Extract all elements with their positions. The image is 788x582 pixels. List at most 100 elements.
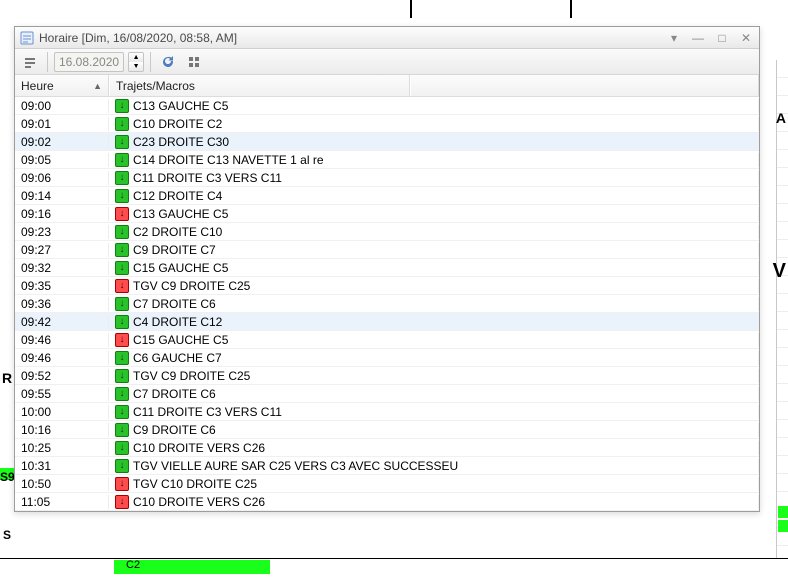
cell-time: 09:16	[15, 207, 109, 221]
route-label: C4 DROITE C12	[133, 315, 222, 329]
date-field[interactable]: 16.08.2020	[54, 52, 124, 72]
cell-route: ↓C15 GAUCHE C5	[109, 261, 759, 275]
route-go-icon: ↓	[115, 315, 129, 329]
table-row[interactable]: 09:46↓C6 GAUCHE C7	[15, 349, 759, 367]
route-label: C2 DROITE C10	[133, 225, 222, 239]
cell-time: 09:36	[15, 297, 109, 311]
route-stop-icon: ↓	[115, 207, 129, 221]
cell-route: ↓C10 DROITE VERS C26	[109, 441, 759, 455]
cell-time: 09:01	[15, 117, 109, 131]
table-row[interactable]: 09:36 ↓ C7 DROITE C6	[15, 295, 759, 313]
toolbar-separator	[47, 52, 48, 72]
cell-time: 09:00	[15, 99, 109, 113]
route-label: C10 DROITE C2	[133, 117, 222, 131]
cell-route: ↓ C13 GAUCHE C5	[109, 99, 759, 113]
table-row[interactable]: 09:16 ↓ C13 GAUCHE C5	[15, 205, 759, 223]
table-row[interactable]: 10:25↓C10 DROITE VERS C26	[15, 439, 759, 457]
table-row[interactable]: 09:23 ↓ C2 DROITE C10	[15, 223, 759, 241]
table-row[interactable]: 09:02 ↓ C23 DROITE C30	[15, 133, 759, 151]
cell-route: ↓ C10 DROITE C2	[109, 117, 759, 131]
cell-time: 10:50	[15, 477, 109, 491]
column-headers: Heure ▲ Trajets/Macros	[15, 75, 759, 97]
table-row[interactable]: 09:00 ↓ C13 GAUCHE C5	[15, 97, 759, 115]
close-button[interactable]: ✕	[737, 31, 755, 45]
route-go-icon: ↓	[115, 189, 129, 203]
column-header-spacer	[411, 75, 759, 96]
route-go-icon: ↓	[115, 135, 129, 149]
route-label: C13 GAUCHE C5	[133, 207, 228, 221]
route-go-icon: ↓	[115, 297, 129, 311]
table-row[interactable]: 10:31↓TGV VIELLE AURE SAR C25 VERS C3 AV…	[15, 457, 759, 475]
table-row[interactable]: 09:46↓C15 GAUCHE C5	[15, 331, 759, 349]
table-row[interactable]: 10:16↓C9 DROITE C6	[15, 421, 759, 439]
table-row[interactable]: 09:14↓C12 DROITE C4	[15, 187, 759, 205]
cell-route: ↓C9 DROITE C7	[109, 243, 759, 257]
bg-clock-fragment	[410, 0, 572, 18]
date-step-down-icon[interactable]: ▼	[129, 62, 143, 71]
cell-time: 09:55	[15, 387, 109, 401]
cell-time: 10:16	[15, 423, 109, 437]
bg-letter-s9: S9	[0, 470, 15, 484]
minimize-button[interactable]: —	[689, 31, 707, 45]
route-go-icon: ↓	[115, 225, 129, 239]
route-go-icon: ↓	[115, 405, 129, 419]
route-label: TGV C9 DROITE C25	[133, 369, 250, 383]
titlebar[interactable]: Horaire [Dim, 16/08/2020, 08:58, AM] ▾ —…	[15, 27, 759, 49]
cell-time: 09:23	[15, 225, 109, 239]
route-label: C13 GAUCHE C5	[133, 99, 228, 113]
table-row[interactable]: 09:06↓C11 DROITE C3 VERS C11	[15, 169, 759, 187]
toolbar-separator	[150, 52, 151, 72]
column-header-route-label: Trajets/Macros	[116, 79, 195, 93]
cell-route: ↓C12 DROITE C4	[109, 189, 759, 203]
menu-button[interactable]	[19, 52, 41, 72]
app-icon	[19, 30, 35, 46]
table-row[interactable]: 09:32↓C15 GAUCHE C5	[15, 259, 759, 277]
table-row[interactable]: 09:35↓TGV C9 DROITE C25	[15, 277, 759, 295]
bg-track-segment	[778, 506, 788, 518]
table-row[interactable]: 09:55↓C7 DROITE C6	[15, 385, 759, 403]
cell-route: ↓C11 DROITE C3 VERS C11	[109, 171, 759, 185]
date-stepper[interactable]: ▲ ▼	[128, 52, 144, 72]
table-row[interactable]: 09:52↓TGV C9 DROITE C25	[15, 367, 759, 385]
column-header-time[interactable]: Heure ▲	[15, 75, 109, 96]
route-go-icon: ↓	[115, 243, 129, 257]
cell-time: 10:00	[15, 405, 109, 419]
cell-time: 09:42	[15, 315, 109, 329]
settings-button[interactable]	[183, 52, 205, 72]
route-label: C23 DROITE C30	[133, 135, 229, 149]
cell-route: ↓C10 DROITE VERS C26	[109, 495, 759, 509]
route-go-icon: ↓	[115, 99, 129, 113]
bg-letter-r: R	[2, 370, 12, 386]
cell-time: 09:46	[15, 351, 109, 365]
route-stop-icon: ↓	[115, 333, 129, 347]
route-go-icon: ↓	[115, 117, 129, 131]
column-header-route[interactable]: Trajets/Macros	[110, 75, 410, 96]
table-row[interactable]: 09:27↓C9 DROITE C7	[15, 241, 759, 259]
route-label: C14 DROITE C13 NAVETTE 1 al re	[133, 153, 324, 167]
bg-letter-s: S	[3, 528, 11, 542]
route-label: C10 DROITE VERS C26	[133, 441, 265, 455]
cell-route: ↓ C23 DROITE C30	[109, 135, 759, 149]
table-row[interactable]: 09:01 ↓ C10 DROITE C2	[15, 115, 759, 133]
bg-letter-a: A	[776, 110, 786, 126]
dropdown-button[interactable]: ▾	[665, 31, 683, 45]
cell-route: ↓C14 DROITE C13 NAVETTE 1 al re	[109, 153, 759, 167]
column-header-time-label: Heure	[21, 79, 54, 93]
table-row[interactable]: 11:05↓C10 DROITE VERS C26	[15, 493, 759, 511]
route-go-icon: ↓	[115, 369, 129, 383]
cell-route: ↓C15 GAUCHE C5	[109, 333, 759, 347]
table-row[interactable]: 10:00↓C11 DROITE C3 VERS C11	[15, 403, 759, 421]
cell-time: 09:02	[15, 135, 109, 149]
table-row[interactable]: 09:42 ↓ C4 DROITE C12	[15, 313, 759, 331]
bg-ruler-label-c2: C2	[126, 559, 140, 571]
route-label: C7 DROITE C6	[133, 297, 216, 311]
cell-route: ↓ TGV C9 DROITE C25	[109, 369, 759, 383]
route-go-icon: ↓	[115, 261, 129, 275]
table-row[interactable]: 10:50↓TGV C10 DROITE C25	[15, 475, 759, 493]
cell-time: 11:05	[15, 495, 109, 509]
table-row[interactable]: 09:05↓C14 DROITE C13 NAVETTE 1 al re	[15, 151, 759, 169]
refresh-button[interactable]	[157, 52, 179, 72]
date-step-up-icon[interactable]: ▲	[129, 53, 143, 62]
maximize-button[interactable]: □	[713, 31, 731, 45]
route-go-icon: ↓	[115, 351, 129, 365]
